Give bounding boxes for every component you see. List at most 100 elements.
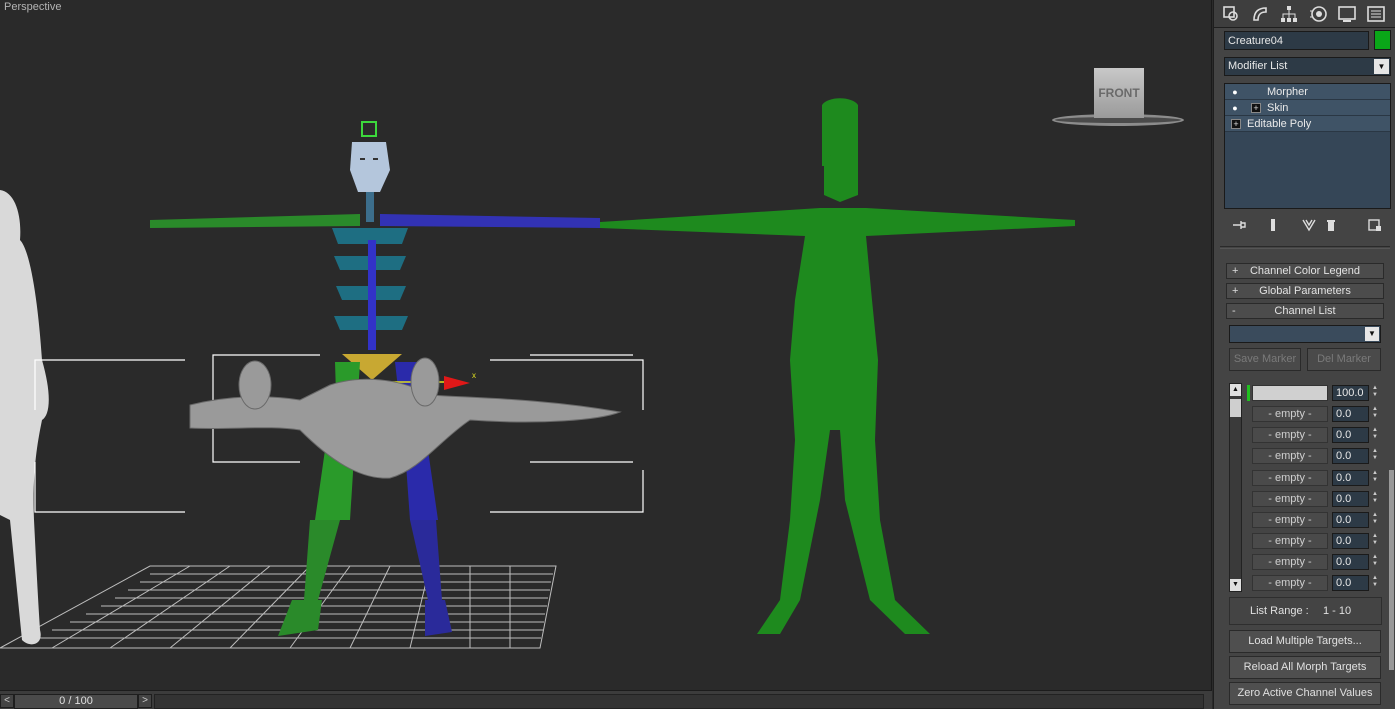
trash-icon	[1327, 220, 1335, 231]
rollout-global-parameters[interactable]: + Global Parameters	[1226, 283, 1384, 299]
spinner-icon[interactable]: ▲ ▼	[1370, 554, 1380, 570]
make-unique-button[interactable]	[1300, 216, 1318, 234]
rollout-channel-list[interactable]: - Channel List	[1226, 303, 1384, 319]
viewcube-front-face[interactable]: FRONT	[1094, 68, 1144, 118]
time-track[interactable]	[154, 694, 1204, 709]
time-slider[interactable]: 0 / 100	[14, 694, 138, 709]
make-unique-icon	[1302, 219, 1316, 232]
channel-active-indicator	[1247, 512, 1250, 528]
channel-row[interactable]: - empty - 0.0 ▲ ▼	[1247, 553, 1390, 571]
channel-value-field[interactable]: 100.0	[1332, 385, 1369, 401]
command-panel: Modifier List ▼ ● Morpher ● + Skin + Edi…	[1213, 0, 1395, 709]
channel-name-button[interactable]: - empty -	[1252, 470, 1328, 486]
spinner-icon[interactable]: ▲ ▼	[1370, 448, 1380, 464]
save-marker-button[interactable]: Save Marker	[1229, 348, 1301, 371]
channel-name-button[interactable]: - empty -	[1252, 554, 1328, 570]
spinner-icon[interactable]: ▲ ▼	[1370, 470, 1380, 486]
channel-name-button[interactable]: - empty -	[1252, 491, 1328, 507]
del-marker-button[interactable]: Del Marker	[1307, 348, 1381, 371]
channel-name-button[interactable]: - empty -	[1252, 512, 1328, 528]
show-end-result-button[interactable]	[1264, 216, 1282, 234]
command-panel-scrollbar[interactable]	[1389, 470, 1394, 670]
channel-active-indicator	[1247, 427, 1250, 443]
time-prev-button[interactable]: <	[0, 694, 14, 708]
spinner-icon[interactable]: ▲ ▼	[1370, 491, 1380, 507]
object-color-swatch[interactable]	[1374, 30, 1391, 50]
channel-value-field[interactable]: 0.0	[1332, 427, 1369, 443]
perspective-viewport[interactable]: x Perspective FRONT	[0, 0, 1212, 690]
channel-value-field[interactable]: 0.0	[1332, 575, 1369, 591]
stack-item-editable-poly[interactable]: + Editable Poly	[1225, 116, 1390, 132]
channel-value-field[interactable]: 0.0	[1332, 448, 1369, 464]
white-figure-mesh[interactable]	[0, 190, 49, 645]
spinner-icon[interactable]: ▲ ▼	[1370, 385, 1380, 401]
channel-row[interactable]: - empty - 0.0 ▲ ▼	[1247, 469, 1390, 487]
channel-row[interactable]: - empty - 0.0 ▲ ▼	[1247, 490, 1390, 508]
channel-value-field[interactable]: 0.0	[1332, 554, 1369, 570]
spinner-icon[interactable]: ▲ ▼	[1370, 512, 1380, 528]
channel-value-field[interactable]: 0.0	[1332, 491, 1369, 507]
tab-motion[interactable]	[1306, 2, 1330, 26]
channel-row[interactable]: - empty - 0.0 ▲ ▼	[1247, 511, 1390, 529]
channel-value-field[interactable]: 0.0	[1332, 512, 1369, 528]
scroll-up-icon[interactable]: ▲	[1230, 384, 1241, 396]
display-icon	[1338, 6, 1356, 22]
channel-name-button[interactable]	[1252, 385, 1328, 401]
command-panel-tabs	[1214, 0, 1395, 28]
channel-active-indicator	[1247, 470, 1250, 486]
spinner-icon[interactable]: ▲ ▼	[1370, 575, 1380, 591]
channel-value-field[interactable]: 0.0	[1332, 470, 1369, 486]
rollout-channel-color-legend[interactable]: + Channel Color Legend	[1226, 263, 1384, 279]
spinner-icon[interactable]: ▲ ▼	[1370, 533, 1380, 549]
time-next-button[interactable]: >	[138, 694, 152, 708]
modifier-list-label: Modifier List	[1228, 60, 1288, 72]
scroll-thumb[interactable]	[1230, 399, 1241, 417]
stack-item-morpher[interactable]: ● Morpher	[1225, 84, 1390, 100]
tab-utilities[interactable]	[1364, 2, 1388, 26]
channel-name-button[interactable]: - empty -	[1252, 427, 1328, 443]
channel-value-field[interactable]: 0.0	[1332, 533, 1369, 549]
channel-value-field[interactable]: 0.0	[1332, 406, 1369, 422]
channel-name-button[interactable]: - empty -	[1252, 533, 1328, 549]
lightbulb-icon[interactable]: ●	[1229, 102, 1241, 114]
reload-all-morph-targets-button[interactable]: Reload All Morph Targets	[1229, 656, 1381, 679]
tab-hierarchy[interactable]	[1277, 2, 1301, 26]
viewcube[interactable]: FRONT	[1050, 66, 1186, 130]
green-creature-mesh[interactable]	[600, 98, 1075, 634]
pin-stack-button[interactable]	[1230, 216, 1248, 234]
channel-active-indicator	[1247, 533, 1250, 549]
load-multiple-targets-button[interactable]: Load Multiple Targets...	[1229, 630, 1381, 653]
spinner-icon[interactable]: ▲ ▼	[1370, 406, 1380, 422]
channel-row[interactable]: 100.0 ▲ ▼	[1247, 384, 1390, 402]
tab-modify[interactable]	[1248, 2, 1272, 26]
tab-display[interactable]	[1335, 2, 1359, 26]
expand-plus-icon[interactable]: +	[1251, 103, 1261, 113]
channel-name-button[interactable]: - empty -	[1252, 406, 1328, 422]
channel-row[interactable]: - empty - 0.0 ▲ ▼	[1247, 532, 1390, 550]
stack-item-skin[interactable]: ● + Skin	[1225, 100, 1390, 116]
modify-icon	[1253, 7, 1267, 21]
scroll-down-icon[interactable]: ▼	[1230, 579, 1241, 591]
channel-list-scrollbar[interactable]: ▲ ▼	[1229, 383, 1242, 592]
marker-dropdown[interactable]: ▼	[1229, 325, 1381, 343]
object-name-field[interactable]	[1224, 31, 1369, 50]
channel-active-indicator	[1247, 385, 1250, 401]
viewport-label[interactable]: Perspective	[4, 1, 61, 13]
channel-name-button[interactable]: - empty -	[1252, 448, 1328, 464]
channel-row[interactable]: - empty - 0.0 ▲ ▼	[1247, 574, 1390, 592]
lightbulb-icon[interactable]: ●	[1229, 86, 1241, 98]
channel-row[interactable]: - empty - 0.0 ▲ ▼	[1247, 405, 1390, 423]
stack-toolbar	[1224, 214, 1391, 236]
tab-create[interactable]	[1219, 2, 1243, 26]
configure-modifier-sets-button[interactable]	[1366, 216, 1384, 234]
channel-name-button[interactable]: - empty -	[1252, 575, 1328, 591]
remove-modifier-button[interactable]	[1322, 216, 1340, 234]
scene-render[interactable]: x	[0, 0, 1212, 690]
modifier-stack[interactable]: ● Morpher ● + Skin + Editable Poly	[1224, 83, 1391, 209]
modifier-list-dropdown[interactable]: Modifier List ▼	[1224, 57, 1391, 76]
expand-plus-icon[interactable]: +	[1231, 119, 1241, 129]
zero-active-channel-values-button[interactable]: Zero Active Channel Values	[1229, 682, 1381, 705]
channel-row[interactable]: - empty - 0.0 ▲ ▼	[1247, 447, 1390, 465]
channel-row[interactable]: - empty - 0.0 ▲ ▼	[1247, 426, 1390, 444]
spinner-icon[interactable]: ▲ ▼	[1370, 427, 1380, 443]
